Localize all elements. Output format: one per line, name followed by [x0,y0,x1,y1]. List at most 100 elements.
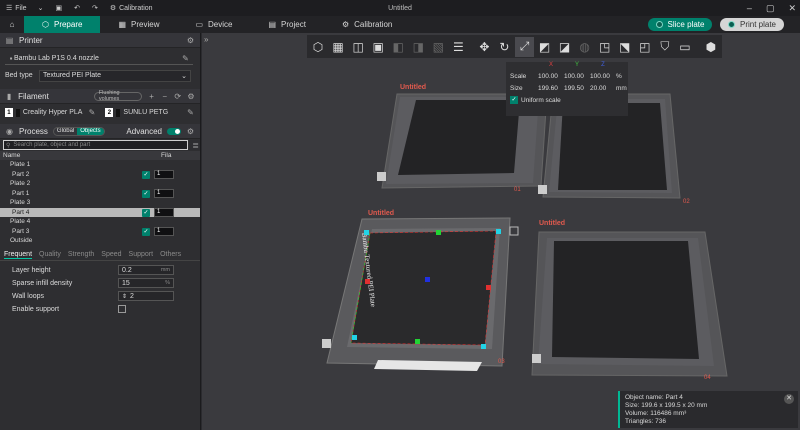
handle-center[interactable] [425,277,430,282]
seam-paint-button[interactable]: ⬔ [616,37,634,57]
add-object-button[interactable]: ⬡ [309,37,327,57]
mesh-boolean-button[interactable]: ◍ [576,37,594,57]
plate-03[interactable]: Bambu Textured PEI Plate Untitled 03 [322,210,519,371]
printer-settings-icon[interactable]: ⚙ [186,36,195,45]
scope-global[interactable]: Global [54,128,77,135]
plate-04[interactable]: Untitled 04 [531,220,728,381]
list-item[interactable]: Plate 3 [0,198,200,208]
file-menu[interactable]: ☰ File ⌄ [0,0,49,16]
edit-icon[interactable]: ✎ [181,54,190,63]
enable-support-checkbox[interactable] [118,305,126,313]
size-z-input[interactable]: 20.00 [590,85,616,92]
scale-y-input[interactable]: 100.00 [564,73,590,80]
scene-canvas[interactable]: Untitled 01 02 Bambu Textured PEI Plate [202,33,800,430]
print-dropdown-icon[interactable] [727,21,735,28]
tab-strength[interactable]: Strength [68,251,94,258]
layer-height-input[interactable]: 0.2 mm [118,265,174,275]
home-button[interactable]: ⌂ [0,16,24,33]
filament-select[interactable]: 1 [154,208,174,217]
move-button[interactable]: ✥ [475,37,493,57]
object-search-input[interactable]: ⚲ Search plate, object and part [3,140,189,150]
close-icon[interactable]: ✕ [784,394,794,404]
stepper-icon[interactable]: ⇕ [122,293,127,300]
filament-1-name[interactable]: Creality Hyper PLA [23,109,85,116]
list-item[interactable]: Outside [0,236,200,246]
minimize-icon[interactable]: – [747,3,752,13]
tab-others[interactable]: Others [160,251,181,258]
plate-03-close-icon[interactable] [509,226,519,236]
filament-settings-icon[interactable]: ⚙ [187,92,195,101]
advanced-toggle[interactable] [167,127,181,135]
size-x-input[interactable]: 199.60 [538,85,564,92]
list-item[interactable]: Plate 4 [0,217,200,227]
uniform-scale-checkbox[interactable]: ✓ [510,96,518,104]
redo-button[interactable]: ↷ [86,0,104,16]
list-item[interactable]: Part 2 ✓ 1 [0,170,200,180]
add-plate-button[interactable]: ▦ [329,37,347,57]
slice-dropdown-icon[interactable] [655,21,663,28]
list-item[interactable]: Plate 1 [0,160,200,170]
wall-loops-stepper[interactable]: ⇕ 2 [118,291,174,301]
support-paint-button[interactable]: ◳ [596,37,614,57]
process-scope-toggle[interactable]: Global Objects [52,126,105,136]
tab-frequent[interactable]: Frequent [4,251,33,259]
plate-04-part[interactable] [552,241,699,359]
handle-left[interactable] [365,279,370,284]
cut-button[interactable]: ◪ [556,37,574,57]
size-y-input[interactable]: 199.50 [564,85,590,92]
filament-select[interactable]: 1 [154,227,174,236]
handle-right[interactable] [486,285,491,290]
list-item[interactable]: Part 3 ✓ 1 [0,227,200,237]
variable-layer-button[interactable]: ☰ [449,37,467,57]
scale-z-input[interactable]: 100.00 [590,73,616,80]
checkbox-checked-icon[interactable]: ✓ [142,208,150,217]
calibration-menu[interactable]: ⚙ Calibration [104,0,159,16]
orient-button[interactable]: ◫ [349,37,367,57]
handle-top[interactable] [436,230,441,235]
process-settings-icon[interactable]: ⚙ [186,127,195,136]
tab-project[interactable]: ▤ Project [250,16,323,33]
filament-2-name[interactable]: SUNLU PETG [123,109,183,116]
edit-icon[interactable]: ✎ [186,108,195,117]
arrange-button[interactable]: ▣ [369,37,387,57]
text-button[interactable]: ◰ [636,37,654,57]
list-view-icon[interactable]: ≣ [191,141,200,150]
slice-plate-button[interactable]: Slice plate [648,18,712,31]
handle-corner-tl[interactable] [364,230,369,235]
tab-speed[interactable]: Speed [101,251,121,258]
tab-quality[interactable]: Quality [39,251,61,258]
edit-icon[interactable]: ✎ [88,108,97,117]
list-item-selected[interactable]: Part 4 ✓ 1 [0,207,200,217]
filament-select[interactable]: 1 [154,170,174,179]
plate-01-part[interactable] [398,100,520,175]
printer-preset-select[interactable]: ▪ Bambu Lab P1S 0.4 nozzle ✎ [5,53,193,65]
tab-prepare[interactable]: ⬡ Prepare [24,16,101,33]
bed-type-select[interactable]: Textured PEI Plate ⌄ [39,69,191,82]
save-button[interactable]: ▣ [49,0,68,16]
list-item[interactable]: Part 1 ✓ 1 [0,189,200,199]
infill-input[interactable]: 15% [118,278,174,288]
tab-preview[interactable]: ▦ Preview [100,16,177,33]
tab-device[interactable]: ▭ Device [177,16,250,33]
tab-calibration[interactable]: ⚙ Calibration [324,16,410,33]
lay-on-face-button[interactable]: ◩ [536,37,554,57]
undo-button[interactable]: ↶ [68,0,86,16]
list-item[interactable]: Plate 2 [0,179,200,189]
3d-viewport[interactable]: » Untitled 01 02 Bambu Textured PEI Plat… [202,33,800,430]
color-paint-button[interactable]: ⛉ [656,37,674,57]
checkbox-checked-icon[interactable]: ✓ [142,170,150,179]
remove-icon[interactable]: − [161,92,169,101]
flushing-volumes-button[interactable]: Flushing volumes [93,90,143,102]
scale-button[interactable]: ⤢ [515,36,534,57]
checkbox-checked-icon[interactable]: ✓ [142,227,150,236]
rotate-button[interactable]: ↻ [495,37,513,57]
maximize-icon[interactable]: ▢ [766,3,775,14]
split-parts-button[interactable]: ◨ [409,37,427,57]
tab-support[interactable]: Support [129,251,154,258]
handle-corner-bl[interactable] [352,335,357,340]
layers-button[interactable]: ▧ [429,37,447,57]
scale-x-input[interactable]: 100.00 [538,73,564,80]
handle-corner-br[interactable] [481,344,486,349]
checkbox-checked-icon[interactable]: ✓ [142,189,150,198]
close-icon[interactable]: ✕ [788,3,796,14]
